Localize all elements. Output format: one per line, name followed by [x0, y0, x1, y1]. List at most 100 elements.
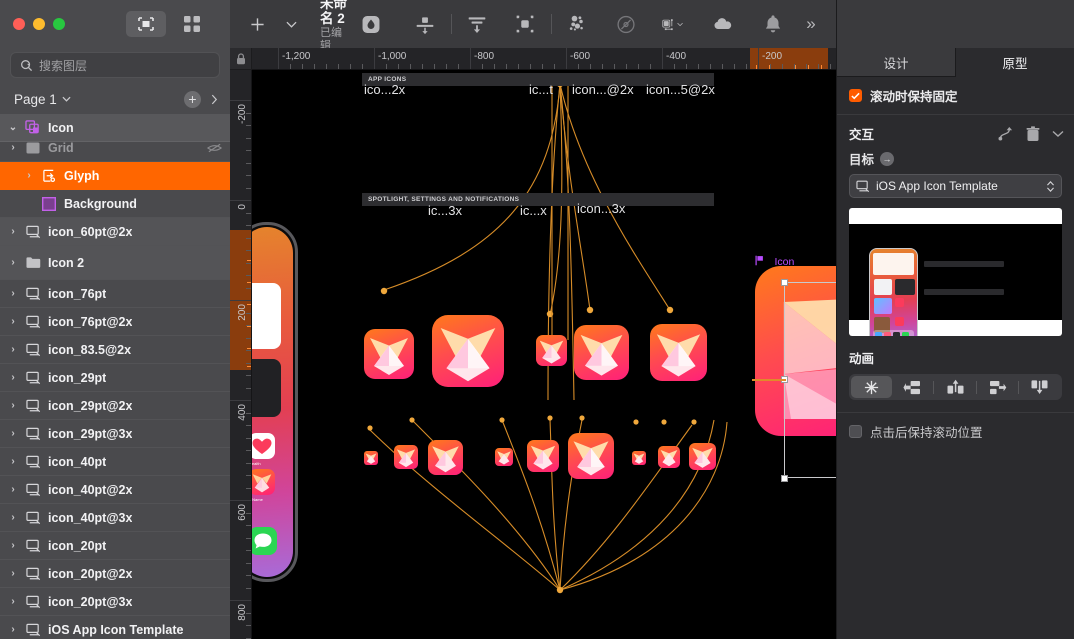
layer-row-icon-40pt-2x[interactable]: › icon_40pt@2x	[0, 476, 230, 504]
insert-shape-button[interactable]	[356, 9, 386, 39]
close-button[interactable]	[13, 18, 25, 30]
distribute-horizontal-button[interactable]	[410, 9, 440, 39]
animation-slide-down-button[interactable]	[1019, 376, 1060, 398]
disclosure-caret[interactable]: ›	[8, 484, 18, 495]
app-icon-40pt-3x[interactable]	[689, 443, 716, 470]
layer-row-icon-20pt[interactable]: › icon_20pt	[0, 532, 230, 560]
keep-scroll-row[interactable]: 点击后保持滚动位置	[837, 413, 1074, 450]
delete-icon[interactable]	[1026, 125, 1040, 142]
layer-row-icon-20pt-2x[interactable]: › icon_20pt@2x	[0, 560, 230, 588]
canvas-view-button[interactable]	[126, 11, 166, 37]
notifications-button[interactable]	[758, 9, 788, 39]
ruler-lock-button[interactable]	[230, 48, 252, 70]
mask-button[interactable]	[510, 9, 540, 39]
align-bottom-button[interactable]	[462, 9, 492, 39]
app-icon-20pt-3x[interactable]	[428, 440, 463, 475]
scatter-button[interactable]	[562, 9, 592, 39]
app-icon-29pt-2x[interactable]	[527, 440, 559, 472]
app-icon-20pt[interactable]	[364, 451, 378, 465]
add-interaction-icon[interactable]	[998, 126, 1014, 141]
layer-row-icon-2[interactable]: › Icon 2	[0, 246, 230, 280]
traffic-lights[interactable]	[13, 18, 65, 30]
layer-row-icon-76pt[interactable]: › icon_76pt	[0, 280, 230, 308]
chevron-down-icon[interactable]	[1052, 130, 1064, 138]
artboard-label-4[interactable]: icon...5@2x	[646, 82, 715, 97]
artboard-label-6[interactable]: ic...x	[520, 203, 547, 218]
styles-button[interactable]	[611, 9, 641, 39]
disclosure-caret[interactable]: ›	[8, 596, 18, 607]
layer-row-icon-29pt[interactable]: › icon_29pt	[0, 364, 230, 392]
design-canvas[interactable]: Health AppName	[252, 70, 836, 639]
zoom-button[interactable]	[53, 18, 65, 30]
disclosure-caret[interactable]: ›	[8, 316, 18, 327]
animation-slide-up-button[interactable]	[934, 376, 975, 398]
artboard-label-7[interactable]: icon...3x	[577, 201, 625, 216]
artboard-label-5[interactable]: ic...3x	[428, 203, 462, 218]
page-row[interactable]: Page 1 +	[0, 84, 230, 114]
artboard-label-2[interactable]: ic...t	[529, 82, 553, 97]
grid-view-button[interactable]	[172, 11, 212, 37]
horizontal-ruler[interactable]: -1,200-1,000-800-600-400-2000	[252, 48, 836, 70]
app-icon-60pt-2x[interactable]	[364, 329, 414, 379]
disclosure-caret[interactable]: ›	[8, 142, 18, 153]
disclosure-caret[interactable]: ›	[8, 624, 18, 635]
animation-segmented-control[interactable]	[849, 374, 1062, 400]
layer-row-icon-20pt-3x[interactable]: › icon_20pt@3x	[0, 588, 230, 616]
layer-row-icon-29pt-3x[interactable]: › icon_29pt@3x	[0, 420, 230, 448]
disclosure-caret[interactable]: ›	[8, 568, 18, 579]
vertical-ruler[interactable]: -200 0 200 400 600 800	[230, 70, 252, 639]
hidden-eye-icon[interactable]	[207, 143, 222, 153]
tab-prototype[interactable]: 原型	[956, 48, 1074, 77]
layer-row-icon-76pt-2x[interactable]: › icon_76pt@2x	[0, 308, 230, 336]
selection-handle-tl[interactable]	[781, 279, 788, 286]
artboard-label-1[interactable]: ico...2x	[364, 82, 405, 97]
layer-row-icon-60pt-2x[interactable]: › icon_60pt@2x	[0, 218, 230, 246]
app-icon-20pt-2x[interactable]	[394, 445, 418, 469]
document-title[interactable]: 未命名 2 已编辑	[320, 0, 348, 52]
app-icon-small[interactable]	[536, 335, 567, 366]
layer-row-icon-835-2x[interactable]: › icon_83.5@2x	[0, 336, 230, 364]
inspector-tabs[interactable]: 设计 原型	[837, 48, 1074, 77]
symbol-button[interactable]	[657, 9, 687, 39]
selection-handle-bl[interactable]	[781, 475, 788, 482]
layer-row-icon-40pt-3x[interactable]: › icon_40pt@3x	[0, 504, 230, 532]
tab-design[interactable]: 设计	[837, 48, 956, 77]
minimize-button[interactable]	[33, 18, 45, 30]
toolbar-overflow-button[interactable]: »	[796, 9, 826, 39]
app-icon-835-2x[interactable]	[650, 324, 707, 381]
insert-dropdown-button[interactable]	[276, 9, 306, 39]
layer-row-icon-29pt-2x[interactable]: › icon_29pt@2x	[0, 392, 230, 420]
search-input[interactable]: 搜索图层	[10, 52, 220, 78]
artboard-label-3[interactable]: icon...@2x	[572, 82, 634, 97]
disclosure-caret[interactable]: ⌄	[8, 122, 18, 133]
app-icon-40pt[interactable]	[632, 451, 646, 465]
add-page-button[interactable]: +	[184, 90, 201, 108]
app-icon-40pt-2x[interactable]	[658, 446, 680, 468]
disclosure-caret[interactable]: ›	[8, 428, 18, 439]
target-arrow-icon[interactable]: →	[880, 151, 895, 166]
disclosure-caret[interactable]: ›	[8, 344, 18, 355]
animation-instant-button[interactable]	[851, 376, 893, 398]
target-select[interactable]: iOS App Icon Template	[849, 174, 1062, 198]
layer-row-background[interactable]: Background	[0, 190, 230, 218]
animation-slide-right-button[interactable]	[977, 376, 1018, 398]
fixed-on-scroll-row[interactable]: 滚动时保持固定	[837, 77, 1074, 115]
device-mockup[interactable]: Health AppName	[252, 222, 298, 582]
layer-row-icon-40pt[interactable]: › icon_40pt	[0, 448, 230, 476]
app-icon-29pt-3x[interactable]	[568, 433, 614, 479]
disclosure-caret[interactable]: ›	[8, 456, 18, 467]
fixed-on-scroll-checkbox[interactable]	[849, 89, 862, 102]
disclosure-caret[interactable]: ›	[8, 540, 18, 551]
app-icon-76pt[interactable]	[432, 315, 504, 387]
target-preview[interactable]	[849, 208, 1062, 336]
disclosure-caret[interactable]: ›	[8, 288, 18, 299]
disclosure-caret[interactable]: ›	[8, 226, 18, 237]
disclosure-caret[interactable]: ›	[8, 257, 18, 268]
cloud-button[interactable]	[708, 9, 738, 39]
disclosure-caret[interactable]: ›	[8, 400, 18, 411]
layer-row-ios-app-icon-template[interactable]: › iOS App Icon Template	[0, 616, 230, 639]
layer-list[interactable]: › Grid › Glyph Background › icon_60pt@2x…	[0, 114, 230, 639]
disclosure-caret[interactable]: ›	[8, 372, 18, 383]
disclosure-caret[interactable]: ›	[24, 170, 34, 181]
chevron-right-icon[interactable]	[211, 94, 218, 105]
